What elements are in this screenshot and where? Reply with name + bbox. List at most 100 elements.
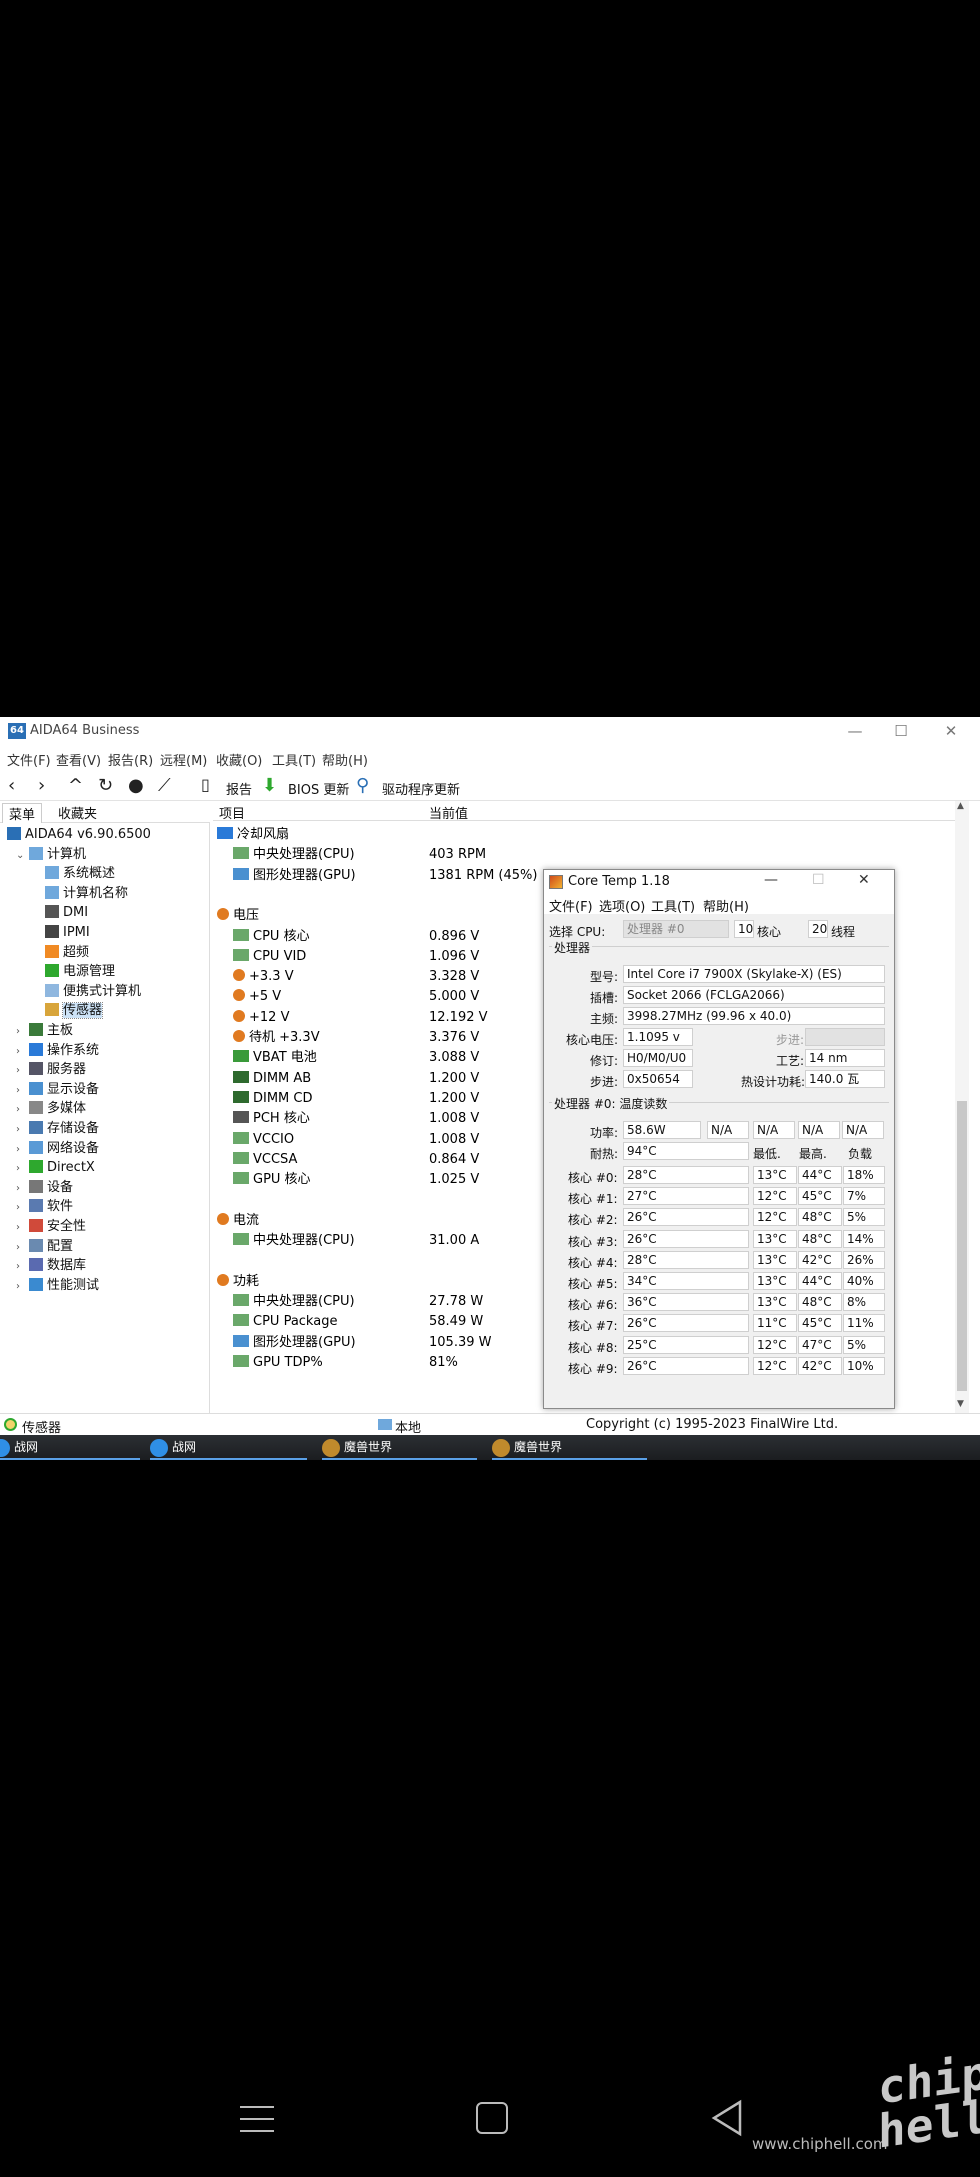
vertical-scrollbar[interactable]: ▲ ▼ xyxy=(955,801,969,1413)
scroll-up-icon[interactable]: ▲ xyxy=(957,801,964,811)
tree-item[interactable]: ⌄ 计算机 xyxy=(16,845,86,864)
column-header-item[interactable]: 项目 xyxy=(219,803,245,822)
core-count: 10 xyxy=(734,920,754,938)
tree-item[interactable]: › 多媒体 xyxy=(16,1099,86,1118)
sensor-row[interactable]: 中央处理器(CPU) 403 RPM xyxy=(233,845,933,865)
menu-help[interactable]: 帮助(H) xyxy=(322,750,368,769)
coretemp-close-button[interactable]: ✕ xyxy=(858,872,870,888)
server-icon xyxy=(29,1062,43,1076)
tree-item[interactable]: › 软件 xyxy=(16,1197,73,1216)
expand-chevron-icon[interactable]: › xyxy=(16,1198,26,1217)
menu-view[interactable]: 查看(V) xyxy=(56,750,101,769)
scroll-down-icon[interactable]: ▼ xyxy=(957,1399,964,1409)
tree-item[interactable]: › 显示设备 xyxy=(16,1080,99,1099)
menu-favorites[interactable]: 收藏(O) xyxy=(216,750,262,769)
expand-chevron-icon[interactable]: › xyxy=(16,1238,26,1257)
tree-item[interactable]: › 配置 xyxy=(16,1237,73,1256)
bios-download-icon[interactable]: ⬇ xyxy=(262,775,277,796)
select-cpu-dropdown[interactable]: 处理器 #0 xyxy=(623,920,729,938)
expand-chevron-icon[interactable]: › xyxy=(16,1100,26,1119)
aida64-title-bar: 64 AIDA64 Business — ☐ ✕ xyxy=(0,717,980,745)
tree-item[interactable]: › 存储设备 xyxy=(16,1119,99,1138)
search-icon[interactable]: ⚲ xyxy=(356,775,369,796)
menu-tools[interactable]: 工具(T) xyxy=(272,750,316,769)
expand-chevron-icon[interactable]: › xyxy=(16,1218,26,1237)
sensor-value: 403 RPM xyxy=(429,847,487,863)
maximize-button[interactable]: ☐ xyxy=(886,721,916,741)
tree-item[interactable]: DMI xyxy=(28,903,88,922)
tree-item[interactable]: › 性能测试 xyxy=(16,1276,99,1295)
menu-remote[interactable]: 远程(M) xyxy=(160,750,207,769)
coretemp-menu-options[interactable]: 选项(O) xyxy=(599,896,645,915)
close-button[interactable]: ✕ xyxy=(936,721,966,741)
coretemp-menu-tools[interactable]: 工具(T) xyxy=(651,896,695,915)
tree-item[interactable]: › 主板 xyxy=(16,1021,73,1040)
expand-chevron-icon[interactable]: › xyxy=(16,1061,26,1080)
tree-item[interactable]: › 服务器 xyxy=(16,1060,86,1079)
tree-item-label: AIDA64 v6.90.6500 xyxy=(25,827,151,842)
taskbar-label: 魔兽世界 xyxy=(344,1440,393,1454)
sensor-group-header[interactable]: 冷却风扇 xyxy=(217,825,917,845)
tree-item[interactable]: AIDA64 v6.90.6500 xyxy=(4,825,151,844)
chart-icon[interactable]: ⟋ xyxy=(158,775,171,796)
tree-item[interactable]: › 网络设备 xyxy=(16,1139,99,1158)
expand-chevron-icon[interactable]: › xyxy=(16,1159,26,1178)
coretemp-minimize-button[interactable]: — xyxy=(764,872,778,888)
expand-chevron-icon[interactable]: › xyxy=(16,1081,26,1100)
tab-favorites[interactable]: 收藏夹 xyxy=(52,803,103,822)
gpu-tdp-icon xyxy=(233,1354,249,1367)
sensor-label: 图形处理器(GPU) xyxy=(253,867,356,883)
sensor-label: CPU Package xyxy=(253,1314,338,1330)
taskbar-item-wow-1[interactable]: 魔兽世界 xyxy=(322,1435,477,1460)
sensor-label: 中央处理器(CPU) xyxy=(253,847,355,863)
tree-item[interactable]: 计算机名称 xyxy=(28,884,128,903)
expand-chevron-icon[interactable]: › xyxy=(16,1257,26,1276)
minimize-button[interactable]: — xyxy=(840,721,870,741)
core-max-value: 45°C xyxy=(798,1314,842,1333)
tab-menu[interactable]: 菜单 xyxy=(2,803,43,823)
taskbar: 战网 战网 魔兽世界 魔兽世界 xyxy=(0,1435,980,1460)
back-arrow-icon[interactable]: ‹ xyxy=(8,775,15,796)
tree-item[interactable]: › DirectX xyxy=(16,1158,95,1177)
expand-chevron-icon[interactable]: › xyxy=(16,1140,26,1159)
refresh-icon[interactable]: ↻ xyxy=(98,775,113,796)
tree-item[interactable]: 系统概述 xyxy=(28,864,115,883)
taskbar-item-wow-2[interactable]: 魔兽世界 xyxy=(492,1435,647,1460)
expand-chevron-icon[interactable]: › xyxy=(16,1179,26,1198)
up-arrow-icon[interactable]: ^ xyxy=(68,775,83,796)
scrollbar-thumb[interactable] xyxy=(957,1101,967,1391)
tree-item[interactable]: › 安全性 xyxy=(16,1217,86,1236)
forward-arrow-icon[interactable]: › xyxy=(38,775,45,796)
report-icon[interactable]: ▯ xyxy=(201,775,210,794)
bios-update-button[interactable]: BIOS 更新 xyxy=(288,779,349,798)
expand-chevron-icon[interactable]: › xyxy=(16,1022,26,1041)
collapse-chevron-icon[interactable]: ⌄ xyxy=(16,846,26,865)
expand-chevron-icon[interactable]: › xyxy=(16,1042,26,1061)
android-menu-icon[interactable] xyxy=(240,2102,274,2136)
tree-item[interactable]: › 数据库 xyxy=(16,1256,86,1275)
tree-item[interactable]: › 操作系统 xyxy=(16,1041,99,1060)
tree-item[interactable]: › 设备 xyxy=(16,1178,73,1197)
driver-update-button[interactable]: 驱动程序更新 xyxy=(382,779,460,798)
tree-item[interactable]: IPMI xyxy=(28,923,90,942)
tree-item[interactable]: 超频 xyxy=(28,943,89,962)
menu-report[interactable]: 报告(R) xyxy=(108,750,153,769)
coretemp-menu-help[interactable]: 帮助(H) xyxy=(703,896,749,915)
report-button[interactable]: 报告 xyxy=(226,779,252,798)
android-back-icon[interactable] xyxy=(710,2098,744,2138)
android-home-icon[interactable] xyxy=(476,2102,508,2134)
user-icon[interactable]: ● xyxy=(128,775,144,796)
menu-file[interactable]: 文件(F) xyxy=(7,750,51,769)
tree-item[interactable]: 传感器 xyxy=(28,1001,104,1020)
column-header-value[interactable]: 当前值 xyxy=(429,803,468,822)
toolbar: ‹ › ^ ↻ ● ⟋ ▯ 报告 ⬇ BIOS 更新 ⚲ 驱动程序更新 xyxy=(0,771,980,801)
expand-chevron-icon[interactable]: › xyxy=(16,1120,26,1139)
tree-item[interactable]: 电源管理 xyxy=(28,962,115,981)
coretemp-maximize-button[interactable]: ☐ xyxy=(812,872,825,888)
expand-chevron-icon[interactable]: › xyxy=(16,1277,26,1296)
taskbar-item-battlenet-1[interactable]: 战网 xyxy=(0,1435,140,1460)
sensor-value: 105.39 W xyxy=(429,1334,492,1350)
taskbar-item-battlenet-2[interactable]: 战网 xyxy=(150,1435,307,1460)
coretemp-menu-file[interactable]: 文件(F) xyxy=(549,896,593,915)
tree-item[interactable]: 便携式计算机 xyxy=(28,982,141,1001)
